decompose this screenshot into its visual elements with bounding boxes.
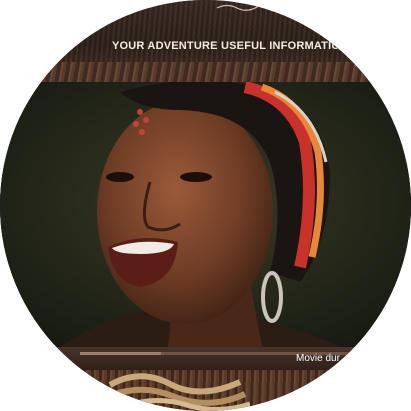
- nav-item-your-adventure[interactable]: YOUR ADVENTURE: [112, 40, 218, 52]
- scribble-decoration: [216, 3, 282, 11]
- nav-item-useful-information[interactable]: USEFUL INFORMATION: [221, 40, 348, 52]
- wood-trim: [0, 62, 411, 82]
- video-frame: [0, 82, 411, 347]
- video-caption: Movie dur: [296, 353, 340, 364]
- progress-fill: [80, 352, 161, 355]
- nav-item-partial[interactable]: ION: [48, 40, 88, 52]
- video-controls: [0, 347, 411, 370]
- video-player[interactable]: [0, 82, 411, 347]
- top-navigation: ION YOUR ADVENTURE USEFUL INFORMATION: [0, 0, 411, 82]
- circular-viewport: ION YOUR ADVENTURE USEFUL INFORMATION Mo…: [0, 0, 411, 411]
- face: [97, 100, 273, 324]
- rope-decoration: [103, 373, 250, 411]
